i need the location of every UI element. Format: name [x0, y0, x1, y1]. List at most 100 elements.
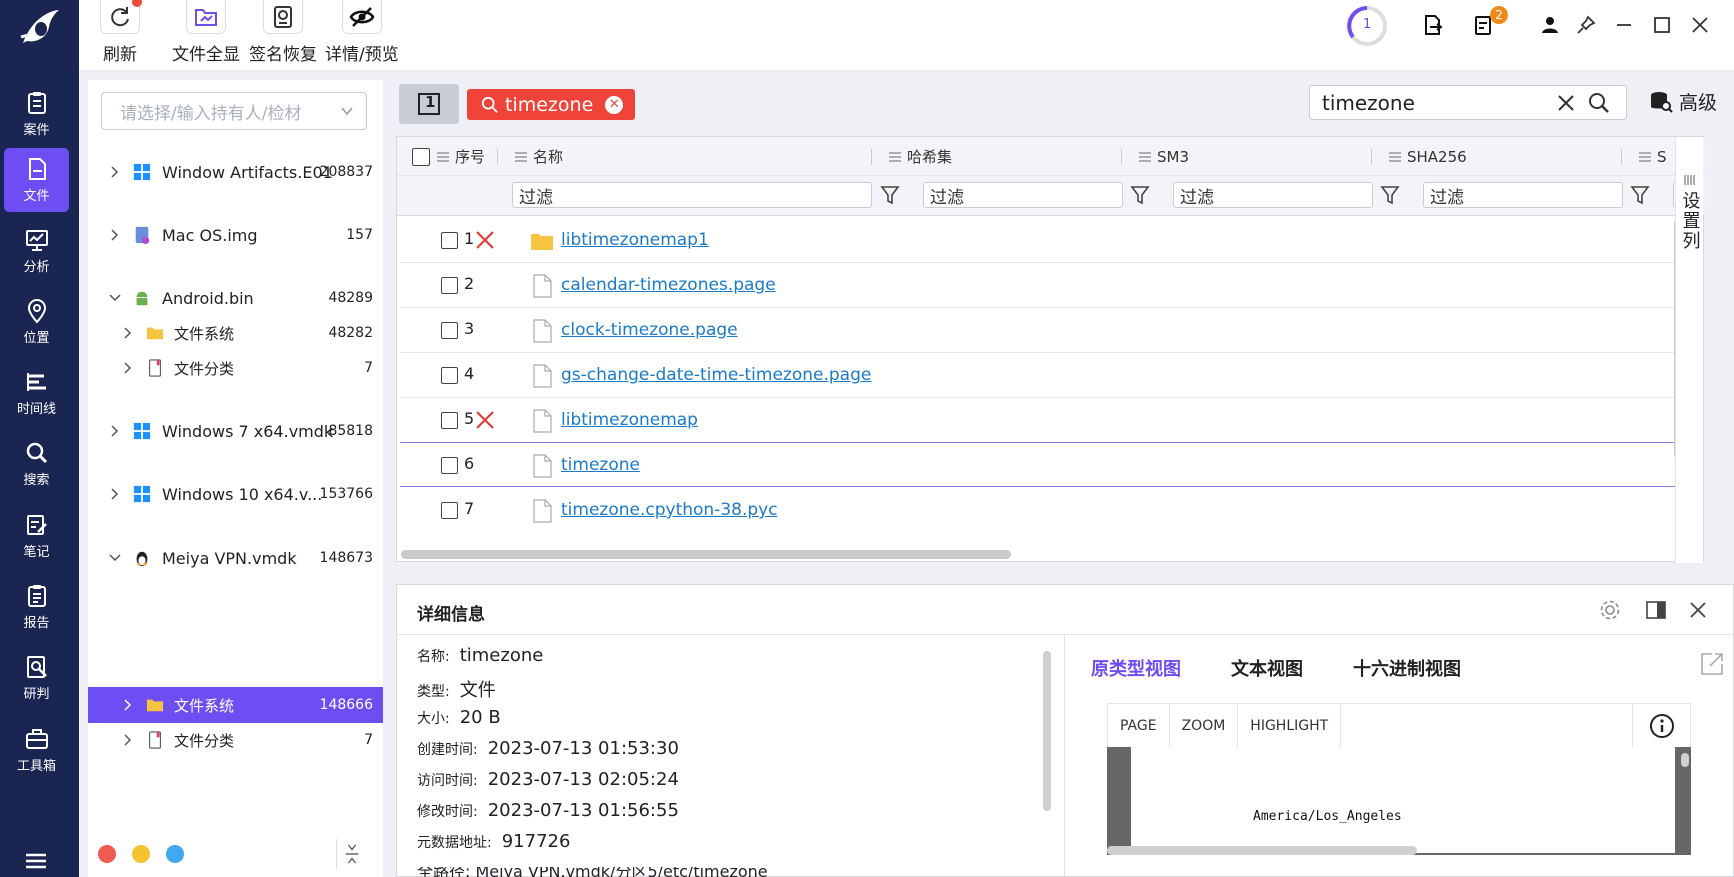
chevron-down-icon[interactable] [109, 552, 121, 564]
filter-icon[interactable] [880, 184, 900, 206]
grid-horizontal-scrollbar[interactable] [401, 550, 1011, 559]
tab-text-view[interactable]: 文本视图 [1231, 655, 1303, 681]
tree-row[interactable]: Windows 10 x64.v... 153766 [88, 476, 383, 512]
tree-row[interactable]: Mac OS.img 157 [88, 217, 383, 253]
tree-row[interactable]: Windows 7 x64.vmdk 85818 [88, 413, 383, 449]
nav-item-analysis[interactable]: 分析 [4, 219, 69, 283]
pin-button[interactable] [1571, 10, 1601, 40]
row-checkbox[interactable] [441, 322, 458, 339]
table-row[interactable]: 4 gs-change-date-time-timezone.page [400, 353, 1688, 398]
nav-item-location[interactable]: 位置 [4, 290, 69, 354]
file-name-link[interactable]: timezone [561, 455, 640, 475]
table-row[interactable]: 1 libtimezonemap1 [400, 218, 1688, 263]
tree-row[interactable]: 文件分类 7 [88, 350, 383, 386]
nav-item-judge[interactable]: 研判 [4, 646, 69, 710]
search-tab-chip[interactable]: timezone ✕ [467, 89, 636, 120]
nav-item-toolbox[interactable]: 工具箱 [4, 718, 69, 782]
minimize-button[interactable] [1609, 10, 1639, 40]
table-row[interactable]: 5 libtimezonemap [400, 398, 1688, 443]
row-checkbox[interactable] [441, 367, 458, 384]
advanced-search-button[interactable]: 高级 [1649, 88, 1717, 115]
chevron-right-icon[interactable] [122, 327, 134, 339]
detail-preview-button[interactable]: 详情/预览 [325, 0, 399, 65]
table-row-selected[interactable]: 6 timezone [400, 442, 1688, 487]
row-checkbox[interactable] [441, 502, 458, 519]
filter-input-sha256[interactable]: 过滤 [1423, 182, 1623, 208]
column-header-name[interactable]: 名称 [515, 137, 563, 176]
filter-input-name[interactable]: 过滤 [512, 182, 872, 208]
table-row[interactable]: 7 timezone.cpython-38.pyc [400, 488, 1688, 533]
filter-icon[interactable] [1130, 184, 1150, 206]
tree-row[interactable]: 文件系统 48282 [88, 315, 383, 351]
search-icon[interactable] [1588, 92, 1610, 114]
chevron-right-icon[interactable] [122, 362, 134, 374]
row-checkbox[interactable] [441, 412, 458, 429]
file-name-link[interactable]: gs-change-date-time-timezone.page [561, 365, 871, 385]
highlight-button[interactable]: HIGHLIGHT [1238, 704, 1342, 748]
file-name-link[interactable]: libtimezonemap [561, 410, 698, 430]
column-divider[interactable] [871, 149, 872, 165]
show-all-files-button[interactable]: 文件全显 [172, 0, 240, 65]
blue-dot[interactable] [166, 845, 184, 863]
nav-item-file[interactable]: 文件 [4, 148, 69, 212]
chevron-right-icon[interactable] [109, 488, 121, 500]
tab-number-button[interactable]: 1 [399, 84, 459, 124]
tree-row-selected[interactable]: 文件系统 148666 [88, 687, 383, 723]
table-row[interactable]: 3 clock-timezone.page [400, 308, 1688, 353]
close-window-button[interactable] [1685, 10, 1715, 40]
nav-item-notes[interactable]: 笔记 [4, 504, 69, 568]
user-button[interactable] [1535, 10, 1565, 40]
signature-recover-button[interactable]: 签名恢复 [249, 0, 317, 65]
panel-divider[interactable] [1064, 635, 1065, 877]
yellow-dot[interactable] [132, 845, 150, 863]
close-icon[interactable] [1687, 599, 1709, 621]
tree-row[interactable]: Android.bin 48289 [88, 280, 383, 316]
tab-native-view[interactable]: 原类型视图 [1091, 655, 1181, 681]
chevron-right-icon[interactable] [109, 166, 121, 178]
open-external-icon[interactable] [1699, 651, 1725, 677]
column-divider[interactable] [1121, 149, 1122, 165]
menu-icon[interactable] [24, 851, 48, 871]
refresh-button[interactable]: 刷新 [100, 0, 142, 65]
row-checkbox[interactable] [441, 232, 458, 249]
progress-indicator[interactable]: 1 [1345, 4, 1389, 48]
zoom-button[interactable]: ZOOM [1170, 704, 1239, 748]
column-header-sha256[interactable]: SHA256 [1389, 137, 1467, 176]
chevron-right-icon[interactable] [122, 699, 134, 711]
nav-item-report[interactable]: 报告 [4, 575, 69, 639]
filter-input-sm3[interactable]: 过滤 [1173, 182, 1373, 208]
nav-item-timeline[interactable]: 时间线 [4, 361, 69, 425]
red-dot[interactable] [98, 845, 116, 863]
chevron-right-icon[interactable] [122, 734, 134, 746]
table-row[interactable]: 2 calendar-timezones.page [400, 263, 1688, 308]
export-file-button[interactable] [1418, 10, 1448, 40]
maximize-button[interactable] [1647, 10, 1677, 40]
file-name-link[interactable]: clock-timezone.page [561, 320, 738, 340]
gear-icon[interactable] [1599, 599, 1621, 621]
page-button[interactable]: PAGE [1108, 704, 1170, 748]
filter-icon[interactable] [1380, 184, 1400, 206]
tree-row[interactable]: 文件分类 7 [88, 722, 383, 758]
close-tab-icon[interactable]: ✕ [605, 95, 624, 114]
info-button[interactable] [1632, 704, 1690, 748]
column-divider[interactable] [1621, 149, 1622, 165]
filter-icon[interactable] [1630, 184, 1650, 206]
search-input[interactable]: timezone [1309, 85, 1627, 120]
holder-select-input[interactable]: 请选择/输入持有人/检材 [101, 92, 367, 130]
column-header-sm3[interactable]: SM3 [1139, 137, 1189, 176]
nav-item-case[interactable]: 案件 [4, 82, 69, 146]
column-header-hashset[interactable]: 哈希集 [889, 137, 952, 176]
row-checkbox[interactable] [441, 457, 458, 474]
tree-row[interactable]: Meiya VPN.vmdk 148673 [88, 540, 383, 576]
column-header-index[interactable]: 序号 [437, 137, 485, 176]
column-divider[interactable] [1371, 149, 1372, 165]
preview-vertical-scrollbar[interactable] [1681, 753, 1689, 767]
tab-hex-view[interactable]: 十六进制视图 [1353, 655, 1461, 681]
preview-horizontal-scrollbar[interactable] [1107, 846, 1417, 855]
nav-item-search[interactable]: 搜索 [4, 432, 69, 496]
chevron-down-icon[interactable] [109, 292, 121, 304]
chevron-right-icon[interactable] [109, 425, 121, 437]
file-name-link[interactable]: calendar-timezones.page [561, 275, 776, 295]
file-name-link[interactable]: libtimezonemap1 [561, 230, 709, 250]
set-columns-button[interactable]: 设置列 [1675, 137, 1703, 563]
